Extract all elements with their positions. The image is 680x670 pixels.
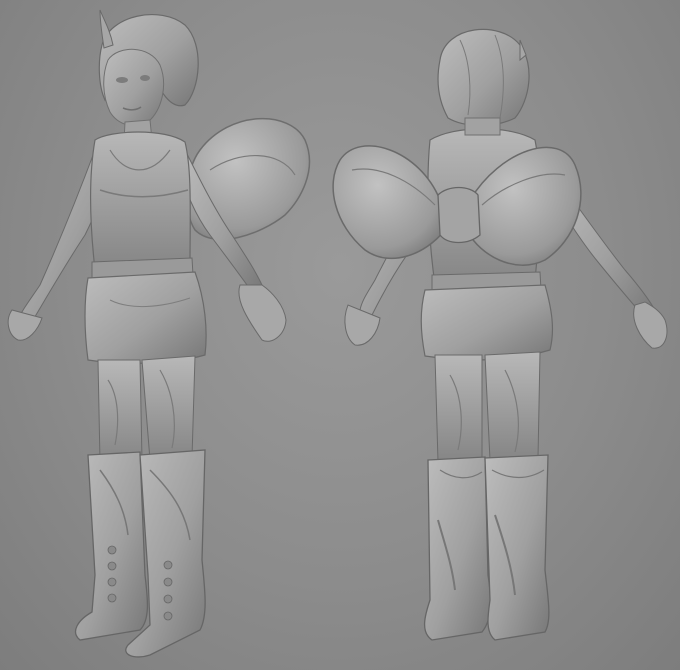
sculpt-viewport (0, 0, 680, 670)
boot-left-back (423, 456, 492, 641)
leg-left-front (97, 359, 143, 463)
bow-knot (437, 186, 481, 244)
boot-right-back (484, 454, 550, 641)
leg-right-back (484, 351, 541, 461)
face (103, 48, 165, 127)
torso-front (89, 131, 191, 271)
figure-back (332, 28, 668, 641)
skirt-back (420, 284, 554, 361)
sculpt-render (7, 9, 668, 658)
skirt-front (84, 271, 207, 364)
figure-front (7, 9, 311, 658)
leg-right-front (141, 355, 196, 461)
hair-back (437, 28, 530, 127)
